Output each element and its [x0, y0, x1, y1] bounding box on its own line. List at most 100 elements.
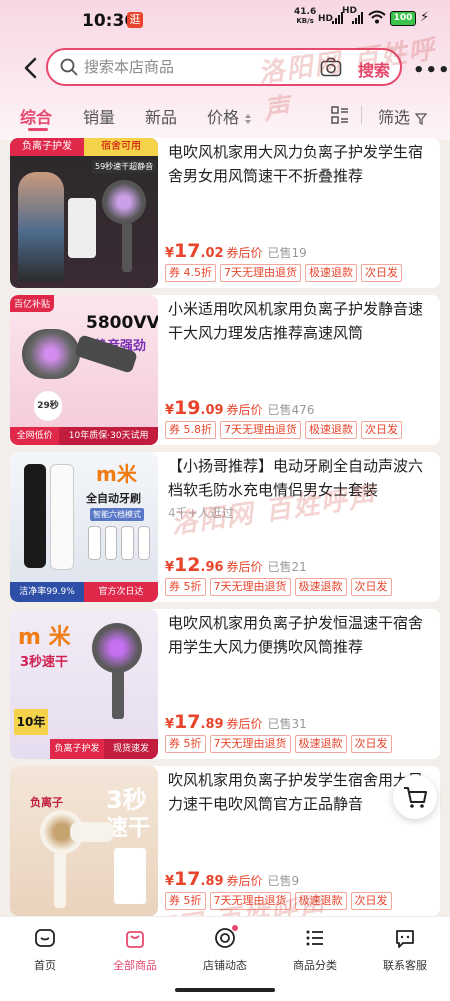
nav-customer-service[interactable]: 联系客服: [360, 925, 450, 973]
thumb-side: 负离子: [30, 796, 63, 809]
tag-list: 券 4.5折 7天无理由退货 极速退款 次日发: [165, 264, 402, 282]
app-notification-icon: 逛: [127, 12, 143, 28]
thumb-badge: 10年: [14, 709, 48, 735]
thumb-toothbrush: [24, 464, 46, 568]
service-tag: 7天无理由退货: [209, 578, 291, 596]
thumb-footer: 官方次日达: [84, 582, 158, 602]
thumb-badge: 29秒: [34, 391, 62, 421]
service-tag: 次日发: [350, 735, 392, 753]
service-tag: 7天无理由退货: [220, 421, 301, 439]
service-tag: 极速退款: [305, 264, 357, 282]
product-title[interactable]: 吹风机家用负离子护发学生宿舍用大风力速干电吹风筒官方正品静音: [168, 768, 430, 816]
chat-icon: [396, 930, 414, 948]
wifi-icon: [368, 10, 386, 24]
charging-icon: ⚡: [420, 10, 430, 25]
thumb-toothbrush: [50, 464, 74, 570]
product-title[interactable]: 电吹风机家用大风力负离子护发学生宿舍男女用风筒速干不折叠推荐: [168, 140, 430, 188]
thumb-headline: 全自动牙刷: [86, 492, 141, 505]
tab-price[interactable]: 价格: [207, 104, 252, 128]
product-image[interactable]: 负离子 3秒 速干: [10, 766, 158, 916]
price-note: 券后价: [226, 403, 263, 417]
product-title[interactable]: 小米适用吹风机家用负离子护发静音速干大风力理发店推荐高速风筒: [168, 297, 430, 345]
coupon-tag: 券 5折: [165, 735, 206, 753]
product-title[interactable]: 电吹风机家用负离子护发恒温速干宿舍用学生大风力便携吹风筒推荐: [168, 611, 430, 659]
thumb-headline: 5800VV: [86, 313, 158, 333]
network-speed: 41.6 KB/s: [294, 7, 317, 26]
price: ¥19.09: [165, 397, 224, 419]
product-image[interactable]: 百亿补贴 5800VV 静音强劲 29秒 全网低价 10年质保·30天试用: [10, 295, 158, 445]
service-tag: 极速退款: [305, 421, 357, 439]
thumb-dryer-handle: [112, 669, 124, 719]
price: ¥12.96: [165, 554, 224, 576]
thumb-corner-tag: 百亿补贴: [10, 295, 55, 312]
price-note: 券后价: [226, 874, 263, 888]
battery-icon: 100: [390, 11, 416, 26]
thumb-person: [18, 172, 64, 282]
coupon-tag: 券 5.8折: [165, 421, 216, 439]
thumb-dryer-handle: [122, 222, 132, 272]
thumb-person: [68, 198, 96, 258]
back-arrow-icon[interactable]: [18, 54, 46, 82]
coupon-tag: 券 4.5折: [165, 264, 216, 282]
cart-button[interactable]: [393, 775, 437, 819]
thumb-dryer: [22, 329, 80, 379]
signal-icon-2: [352, 12, 363, 24]
nav-categories[interactable]: 商品分类: [270, 925, 360, 973]
tab-comprehensive[interactable]: 综合: [20, 104, 52, 128]
tab-new[interactable]: 新品: [145, 104, 177, 128]
nav-store-updates[interactable]: 店铺动态: [180, 925, 270, 973]
service-tag: 极速退款: [294, 735, 347, 753]
home-icon: [35, 929, 55, 947]
price-row: ¥12.96 券后价 已售21: [165, 554, 307, 576]
price-note: 券后价: [226, 560, 263, 574]
service-tag: 次日发: [350, 578, 392, 596]
thumb-box: [114, 848, 146, 904]
sold-count: 已售476: [267, 403, 315, 417]
category-list-icon: [306, 930, 323, 946]
thumb-tag: 负离子护发: [10, 138, 84, 156]
nav-home[interactable]: 首页: [0, 925, 90, 973]
thumb-dryer: [92, 623, 142, 673]
active-tab-indicator: [28, 128, 48, 131]
thumb-dryer-handle: [54, 852, 66, 908]
product-image[interactable]: m米 全自动牙刷 智能六档模式 洁净率99.9% 官方次日达: [10, 452, 158, 602]
price-note: 券后价: [226, 246, 263, 260]
tag-list: 券 5.8折 7天无理由退货 极速退款 次日发: [165, 421, 402, 439]
sold-count: 已售31: [267, 717, 307, 731]
sold-count: 已售21: [267, 560, 307, 574]
tag-list: 券 5折 7天无理由退货 极速退款 次日发: [165, 735, 392, 753]
shopping-bag-icon: [126, 931, 144, 948]
product-card[interactable]: m 米 3秒速干 10年 负离子护发 现货速发 电吹风机家用负离子护发恒温速干宿…: [10, 609, 440, 759]
thumb-sub: 智能六档模式: [90, 508, 144, 521]
nav-all-products[interactable]: 全部商品: [90, 925, 180, 973]
service-tag: 极速退款: [294, 578, 347, 596]
service-tag: 次日发: [361, 264, 402, 282]
price-row: ¥17.89 券后价 已售9: [165, 868, 299, 890]
coupon-tag: 券 5折: [165, 578, 206, 596]
price-note: 券后价: [226, 717, 263, 731]
product-card[interactable]: 负离子护发 宿舍可用 59秒速干超静音 电吹风机家用大风力负离子护发学生宿舍男女…: [10, 138, 440, 288]
thumb-headline: 59秒速干超静音: [92, 160, 157, 173]
product-card[interactable]: 百亿补贴 5800VV 静音强劲 29秒 全网低价 10年质保·30天试用 小米…: [10, 295, 440, 445]
filter-icon: [414, 112, 428, 125]
price-row: ¥17.89 券后价 已售31: [165, 711, 307, 733]
thumb-dryer-body: [70, 822, 114, 842]
sold-count: 已售19: [267, 246, 307, 260]
price-row: ¥19.09 券后价 已售476: [165, 397, 314, 419]
sold-count: 已售9: [267, 874, 300, 888]
search-icon: [60, 58, 78, 76]
product-image[interactable]: m 米 3秒速干 10年 负离子护发 现货速发: [10, 609, 158, 759]
thumb-brush-heads: [88, 526, 150, 560]
product-image[interactable]: 负离子护发 宿舍可用 59秒速干超静音: [10, 138, 158, 288]
notification-dot: [232, 925, 238, 931]
thumb-brand: m米: [96, 462, 137, 486]
product-card[interactable]: 负离子 3秒 速干 吹风机家用负离子护发学生宿舍用大风力速干电吹风筒官方正品静音…: [10, 766, 440, 916]
service-tag: 次日发: [361, 421, 402, 439]
hd-label: HD: [318, 14, 334, 24]
price: ¥17.89: [165, 711, 224, 733]
home-indicator: [175, 988, 275, 992]
thumb-footer: 10年质保·30天试用: [59, 427, 158, 445]
price-row: ¥17.02 券后价 已售19: [165, 240, 307, 262]
sort-arrows-icon: [245, 113, 252, 124]
tab-sales[interactable]: 销量: [83, 104, 115, 128]
